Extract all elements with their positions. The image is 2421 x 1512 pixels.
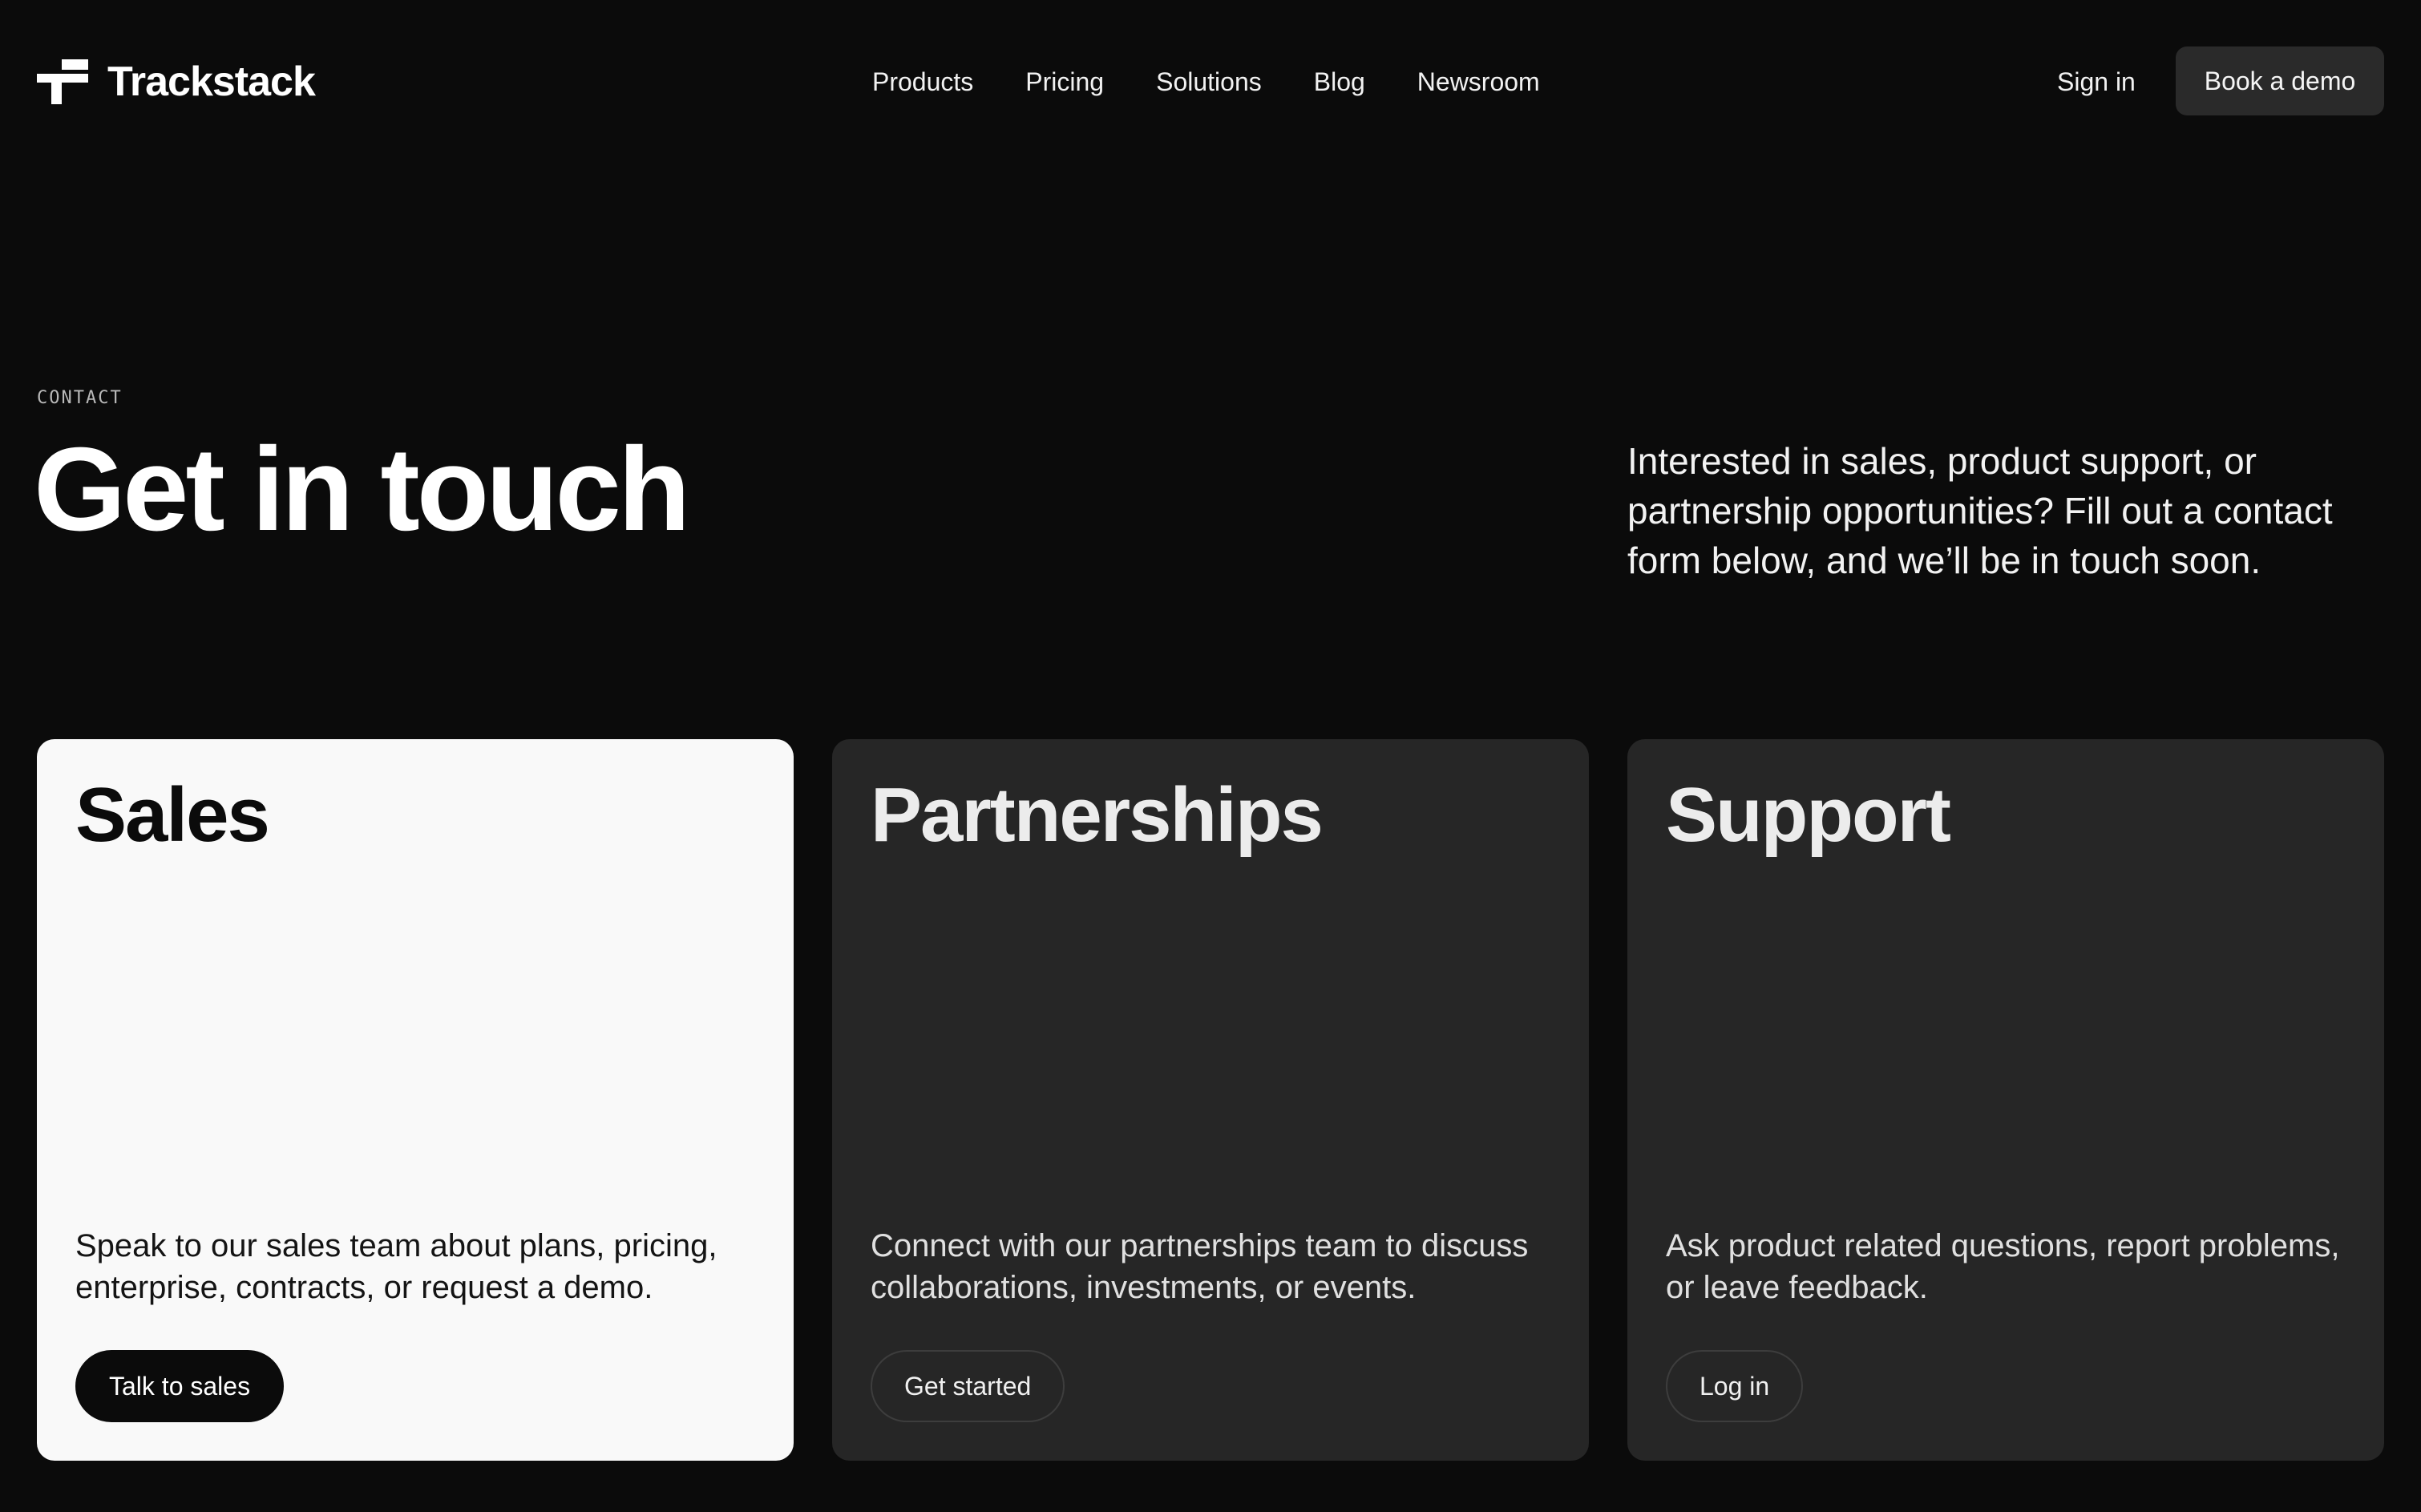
card-title: Support xyxy=(1666,772,1951,858)
nav-pricing[interactable]: Pricing xyxy=(1025,69,1104,95)
card-support: Support Ask product related questions, r… xyxy=(1627,739,2384,1461)
nav-solutions[interactable]: Solutions xyxy=(1156,69,1262,95)
nav-products[interactable]: Products xyxy=(872,69,973,95)
site-header: Trackstack Products Pricing Solutions Bl… xyxy=(0,0,2421,160)
contact-cards: Sales Speak to our sales team about plan… xyxy=(37,739,2384,1461)
book-demo-button[interactable]: Book a demo xyxy=(2176,46,2384,115)
brand-name: Trackstack xyxy=(107,59,316,105)
trackstack-logo-icon xyxy=(37,59,88,104)
card-description: Connect with our partnerships team to di… xyxy=(871,1228,1529,1305)
sign-in-link[interactable]: Sign in xyxy=(2057,63,2136,101)
brand-logo-link[interactable]: Trackstack xyxy=(37,58,316,106)
log-in-button[interactable]: Log in xyxy=(1666,1350,1804,1422)
nav-newsroom[interactable]: Newsroom xyxy=(1417,69,1540,95)
card-title: Sales xyxy=(75,772,270,858)
section-eyebrow: CONTACT xyxy=(37,388,123,408)
card-title: Partnerships xyxy=(871,772,1324,858)
main-nav: Products Pricing Solutions Blog Newsroom xyxy=(872,63,1540,101)
talk-to-sales-button[interactable]: Talk to sales xyxy=(75,1350,285,1422)
get-started-button[interactable]: Get started xyxy=(871,1350,1065,1422)
card-sales: Sales Speak to our sales team about plan… xyxy=(37,739,794,1461)
card-description: Speak to our sales team about plans, pri… xyxy=(75,1228,717,1305)
page-title: Get in touch xyxy=(34,423,690,556)
card-partnerships: Partnerships Connect with our partnershi… xyxy=(832,739,1589,1461)
card-description: Ask product related questions, report pr… xyxy=(1666,1228,2340,1305)
page-description: Interested in sales, product support, or… xyxy=(1627,440,2333,581)
nav-blog[interactable]: Blog xyxy=(1314,69,1365,95)
